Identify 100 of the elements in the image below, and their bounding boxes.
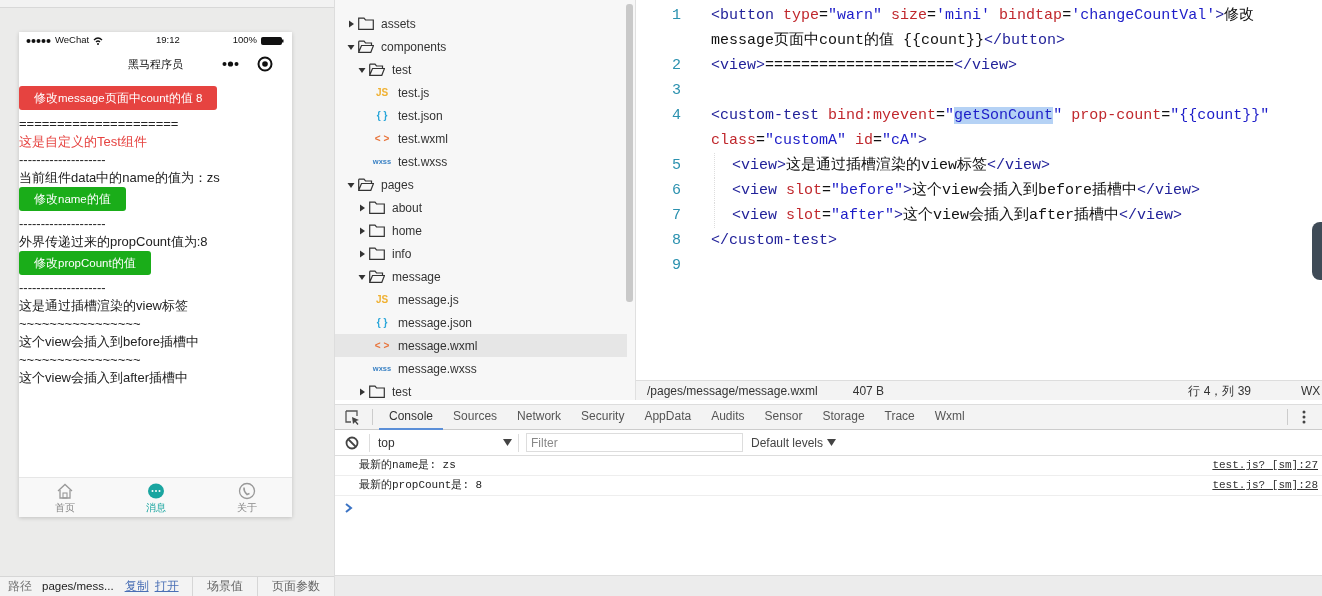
- file-item[interactable]: < > message.wxml: [335, 334, 627, 357]
- caret-icon[interactable]: [357, 248, 367, 259]
- devtools-tab[interactable]: Audits: [701, 404, 755, 430]
- source-link[interactable]: test.js? [sm]:27: [1212, 457, 1318, 474]
- devtools-tab[interactable]: AppData: [634, 404, 702, 430]
- text-line: =====================: [19, 115, 179, 133]
- clock-time: 19:12: [156, 33, 180, 48]
- home-icon: [55, 482, 74, 500]
- file-name: message.js: [398, 291, 459, 309]
- file-item[interactable]: < > test.wxml: [335, 127, 627, 150]
- text-line: --------------------: [19, 151, 106, 169]
- folder-name: pages: [381, 176, 414, 194]
- prompt-icon: [343, 502, 355, 514]
- code-line: <custom-test bind:myevent="getSonCount" prop-count="{{count}}": [711, 106, 1271, 126]
- text-line: 当前组件data中的name的值为：zs: [19, 169, 220, 187]
- text-line: ~~~~~~~~~~~~~~~~: [19, 315, 141, 333]
- component-title: 这是自定义的Test组件: [19, 133, 147, 151]
- warn-button[interactable]: 修改message页面中count的值 8: [19, 86, 218, 110]
- folder-name: home: [392, 222, 423, 240]
- code-line: message页面中count的值 {{count}}</button>: [711, 30, 1067, 51]
- folder-name: about: [392, 199, 423, 217]
- code-line: <view>这是通过插槽渲染的view标签</view>: [732, 155, 1052, 176]
- text-line: 外界传递过来的propCount值为:8: [19, 233, 208, 251]
- battery-icon: [261, 36, 284, 45]
- devtools-tab[interactable]: Sources: [443, 404, 508, 430]
- line-number: 6: [671, 181, 682, 201]
- path-label: 路径: [7, 578, 33, 594]
- file-type-icon: < >: [371, 338, 393, 353]
- caret-icon[interactable]: [357, 202, 367, 213]
- folder-item[interactable]: about: [335, 196, 627, 219]
- folder-item[interactable]: message: [335, 265, 627, 288]
- line-number: 7: [671, 206, 682, 226]
- file-type-icon: < >: [371, 131, 393, 146]
- line-number: 9: [671, 256, 682, 276]
- devtools-tab[interactable]: Wxml: [924, 404, 975, 430]
- file-type-icon: { }: [371, 108, 393, 123]
- folder-item[interactable]: pages: [335, 173, 627, 196]
- filter-field[interactable]: Filter: [526, 433, 743, 452]
- levels-dropdown[interactable]: Default levels: [751, 433, 837, 452]
- line-number: 8: [671, 231, 682, 251]
- folder-icon: [358, 40, 374, 53]
- devtools-tab[interactable]: Storage: [812, 404, 875, 430]
- folder-name: message: [392, 268, 441, 286]
- folder-name: info: [392, 245, 412, 263]
- context-select[interactable]: top: [369, 433, 519, 452]
- footer-link[interactable]: 复制: [121, 577, 152, 596]
- file-item[interactable]: { } message.json: [335, 311, 627, 334]
- scrollbar[interactable]: [626, 4, 633, 302]
- battery-level: 100%: [232, 33, 257, 48]
- line-number: 2: [671, 56, 682, 76]
- file-language: WX: [1301, 382, 1322, 400]
- tab-bar-item[interactable]: 首页: [19, 478, 110, 517]
- folder-item[interactable]: info: [335, 242, 627, 265]
- text-line: --------------------: [19, 215, 106, 233]
- devtools-tab[interactable]: Console: [379, 404, 444, 430]
- close-icon[interactable]: [257, 56, 273, 72]
- code-line: <view slot="before">这个view会插入到before插槽中</view>: [732, 180, 1202, 201]
- caret-icon[interactable]: [357, 386, 367, 397]
- folder-item[interactable]: test: [335, 380, 627, 403]
- inspect-icon[interactable]: [345, 409, 360, 425]
- footer-tab[interactable]: 场景值: [191, 577, 257, 596]
- caret-icon[interactable]: [357, 225, 367, 236]
- file-item[interactable]: JS message.js: [335, 288, 627, 311]
- side-handle[interactable]: [1312, 222, 1322, 280]
- page-title: 黑马程序员: [128, 56, 183, 72]
- folder-name: test: [392, 383, 412, 401]
- folder-icon: [369, 270, 385, 283]
- file-name: test.json: [398, 107, 443, 125]
- file-item[interactable]: JS test.js: [335, 81, 627, 104]
- folder-name: test: [392, 61, 412, 79]
- more-icon[interactable]: [1302, 410, 1306, 424]
- code-line: <view slot="after">这个view会插入到after插槽中</view>: [732, 205, 1184, 226]
- folder-name: assets: [381, 15, 416, 33]
- code-line: <button type="warn" size='mini' bindtap='changeCountVal'>修改: [711, 6, 1256, 26]
- folder-item[interactable]: components: [335, 35, 627, 58]
- devtools-tab[interactable]: Network: [507, 404, 572, 430]
- devtools-tab[interactable]: Security: [571, 404, 635, 430]
- folder-item[interactable]: home: [335, 219, 627, 242]
- folder-icon: [369, 63, 385, 76]
- folder-item[interactable]: test: [335, 58, 627, 81]
- folder-icon: [369, 224, 385, 237]
- file-item[interactable]: { } test.json: [335, 104, 627, 127]
- folder-icon: [369, 201, 385, 214]
- clear-icon[interactable]: [345, 435, 359, 450]
- devtools-tab[interactable]: Trace: [874, 404, 925, 430]
- folder-icon: [369, 247, 385, 260]
- folder-item[interactable]: assets: [335, 12, 627, 35]
- caret-icon[interactable]: [346, 18, 356, 29]
- file-name: test.js: [398, 84, 430, 102]
- source-link[interactable]: test.js? [sm]:28: [1212, 477, 1318, 494]
- more-icon[interactable]: [222, 60, 239, 68]
- cursor-position: 行 4，列 39: [1188, 382, 1251, 400]
- footer-link[interactable]: 打开: [151, 577, 182, 596]
- devtools-tab[interactable]: Sensor: [754, 404, 813, 430]
- file-name: message.wxml: [398, 337, 478, 355]
- folder-name: components: [381, 38, 447, 56]
- tab-bar-item[interactable]: 关于: [201, 478, 292, 517]
- footer-tab[interactable]: 页面参数: [256, 577, 334, 596]
- text-line: 这个view会插入到after插槽中: [19, 369, 189, 387]
- code-line: class="customA" id="cA">: [711, 131, 929, 151]
